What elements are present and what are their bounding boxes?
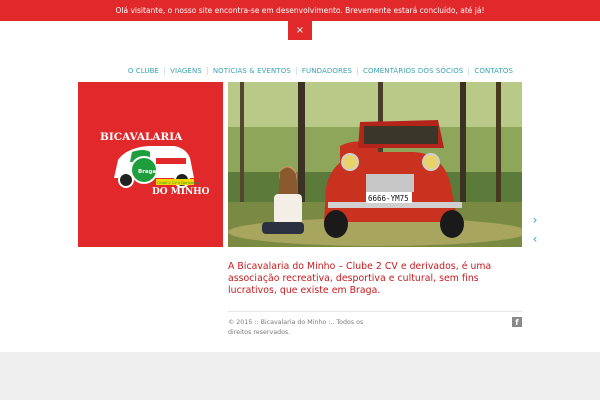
logo-panel[interactable]: BICAVALARIA Braga Clube 2 CV e Derivados… — [78, 82, 223, 247]
chevron-right-icon: › — [532, 213, 538, 227]
notice-text: Olá visitante, o nosso site encontra-se … — [115, 6, 485, 15]
close-notice-button[interactable]: × — [288, 21, 312, 40]
slider-next-button[interactable]: › — [530, 214, 540, 226]
page-bottom-band — [0, 352, 600, 400]
nav-item-comentarios[interactable]: COMENTÁRIOS DOS SÓCIOS — [357, 67, 468, 75]
nav-item-noticias-eventos[interactable]: NOTÍCIAS & EVENTOS — [206, 67, 296, 75]
logo-line1: BICAVALARIA — [100, 131, 183, 143]
notice-bar: Olá visitante, o nosso site encontra-se … — [0, 0, 600, 21]
logo-line2: DO MINHO — [152, 187, 210, 197]
club-logo: BICAVALARIA Braga Clube 2 CV e Derivados… — [100, 131, 210, 197]
main-nav: O CLUBE VIAGENS NOTÍCIAS & EVENTOS FUNDA… — [123, 67, 518, 75]
slider-prev-button[interactable]: ‹ — [530, 233, 540, 245]
facebook-icon: f — [515, 318, 519, 327]
logo-badge: Braga — [138, 169, 157, 175]
nav-item-fundadores[interactable]: FUNDADORES — [295, 67, 357, 75]
slider-photo[interactable]: 6666-YM75 — [228, 82, 522, 247]
intro-text: A Bicavalaria do Minho – Clube 2 CV e de… — [228, 261, 492, 296]
close-icon: × — [295, 25, 305, 36]
nav-item-o-clube[interactable]: O CLUBE — [123, 67, 164, 75]
logo-sub: Clube 2 CV e Derivados — [157, 181, 200, 185]
copyright-text: © 2015 :: Bicavalaria do Minho :.. Todos… — [228, 319, 364, 336]
nav-item-viagens[interactable]: VIAGENS — [164, 67, 207, 75]
chevron-left-icon: ‹ — [532, 232, 538, 246]
footer-divider — [228, 311, 522, 312]
facebook-link[interactable]: f — [512, 317, 522, 327]
nav-item-contatos[interactable]: CONTATOS — [468, 67, 518, 75]
car-photo: 6666-YM75 — [228, 82, 522, 247]
license-plate: 6666-YM75 — [368, 194, 409, 203]
